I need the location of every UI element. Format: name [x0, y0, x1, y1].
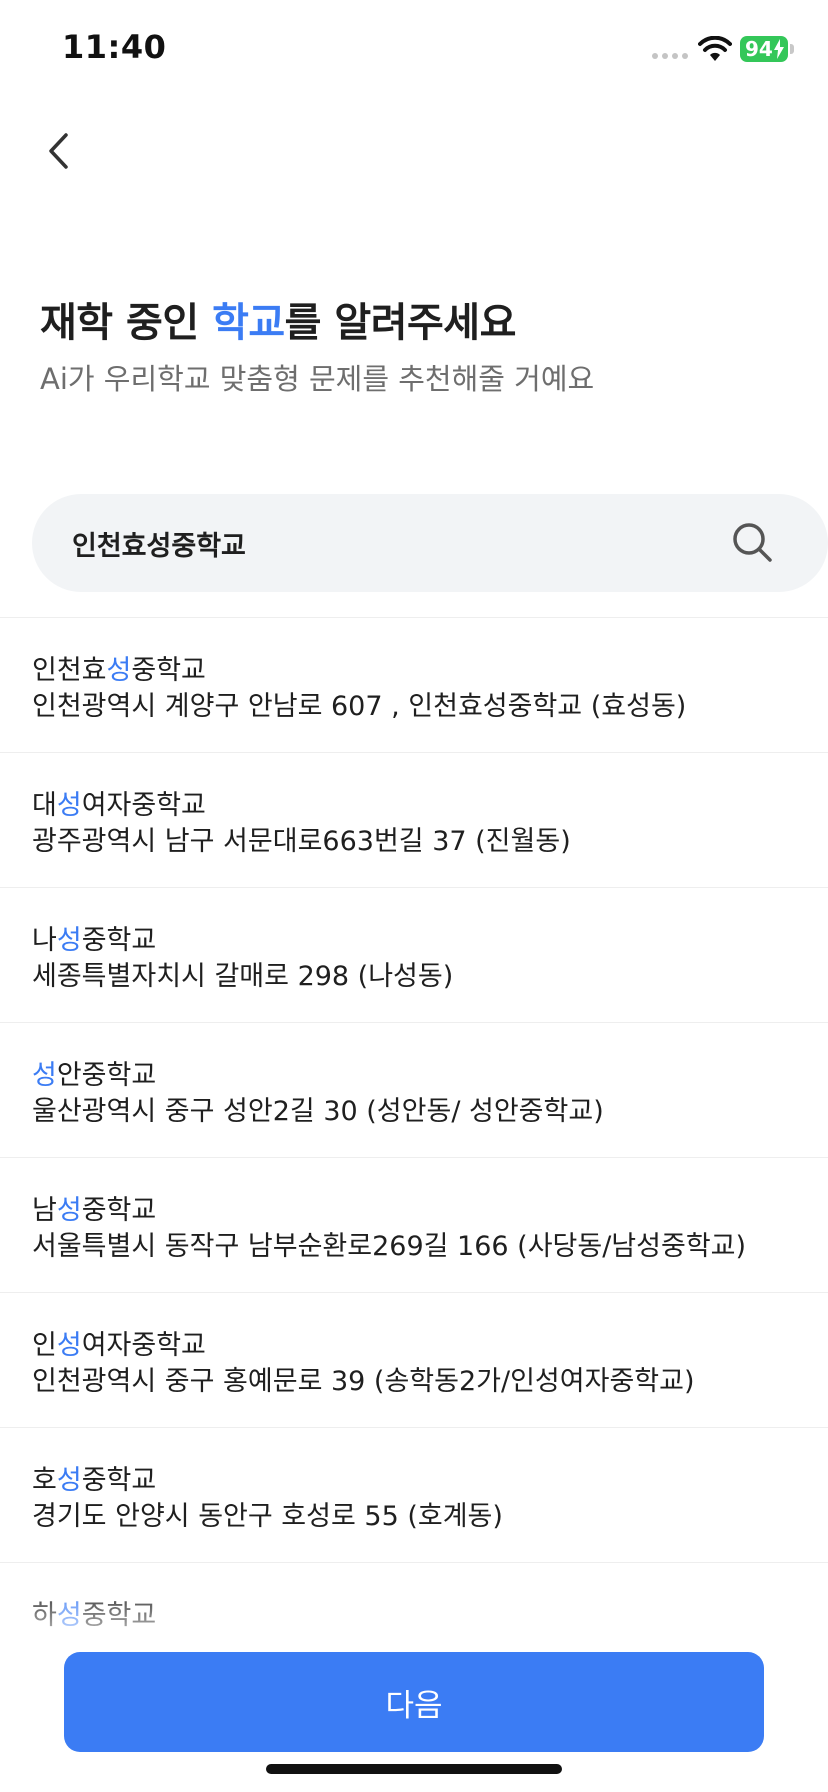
list-item[interactable]: 남성중학교서울특별시 동작구 남부순환로269길 166 (사당동/남성중학교) [0, 1158, 828, 1293]
match-highlight: 성 [56, 1465, 82, 1496]
list-item[interactable]: 호성중학교경기도 안양시 동안구 호성로 55 (호계동) [0, 1428, 828, 1563]
match-highlight: 성 [106, 655, 132, 686]
school-name-part: 인천효 [32, 655, 107, 686]
school-name: 인성여자중학교 [32, 1323, 206, 1362]
school-address: 광주광역시 남구 서문대로663번길 37 (진월동) [32, 826, 571, 857]
match-highlight: 성 [56, 1330, 82, 1361]
status-time: 11:40 [62, 28, 167, 66]
school-name-part: 안중학교 [56, 1060, 157, 1091]
match-highlight: 성 [56, 1195, 82, 1226]
school-address: 인천광역시 중구 홍예문로 39 (송학동2가/인성여자중학교) [32, 1366, 695, 1397]
title-text-end: 를 알려주세요 [284, 300, 517, 346]
search-input[interactable] [72, 494, 672, 592]
battery-level: 94 [745, 37, 773, 61]
school-name: 대성여자중학교 [32, 783, 206, 822]
status-bar: 11:40 94 [0, 0, 828, 100]
list-item[interactable]: 대성여자중학교광주광역시 남구 서문대로663번길 37 (진월동) [0, 753, 828, 888]
school-address: 울산광역시 중구 성안2길 30 (성안동/ 성안중학교) [32, 1096, 604, 1127]
school-name-part: 호 [32, 1465, 57, 1496]
search-icon[interactable] [728, 518, 778, 568]
list-item[interactable]: 인천효성중학교인천광역시 계양구 안남로 607 , 인천효성중학교 (효성동) [0, 618, 828, 753]
school-name: 성안중학교 [32, 1053, 156, 1092]
list-item[interactable]: 성안중학교울산광역시 중구 성안2길 30 (성안동/ 성안중학교) [0, 1023, 828, 1158]
title-accent: 학교 [212, 300, 285, 346]
school-name: 호성중학교 [32, 1458, 156, 1497]
match-highlight: 성 [56, 925, 82, 956]
back-button[interactable] [34, 122, 82, 180]
school-name-part: 중학교 [81, 1195, 157, 1226]
school-address: 서울특별시 동작구 남부순환로269길 166 (사당동/남성중학교) [32, 1231, 747, 1262]
list-item[interactable]: 나성중학교세종특별자치시 갈매로 298 (나성동) [0, 888, 828, 1023]
school-name-part: 여자중학교 [81, 790, 206, 821]
cellular-signal-icon [652, 53, 688, 59]
title-text: 재학 중인 [40, 300, 213, 346]
match-highlight: 성 [56, 790, 82, 821]
school-address: 경기도 안양시 동안구 호성로 55 (호계동) [32, 1501, 503, 1532]
chevron-left-icon [49, 133, 68, 169]
list-item[interactable]: 인성여자중학교인천광역시 중구 홍예문로 39 (송학동2가/인성여자중학교) [0, 1293, 828, 1428]
school-name-part: 중학교 [81, 1465, 157, 1496]
school-name-part: 남 [32, 1195, 57, 1226]
battery-cap [790, 44, 794, 54]
school-address: 세종특별자치시 갈매로 298 (나성동) [32, 961, 454, 992]
school-name-part: 나 [32, 925, 57, 956]
school-address: 인천광역시 계양구 안남로 607 , 인천효성중학교 (효성동) [32, 691, 687, 722]
school-name: 나성중학교 [32, 918, 156, 957]
battery-icon: 94 [740, 36, 788, 62]
search-results-list: 인천효성중학교 인천광역시 계양구 안남로 607 , 인천효성중학교 (효성동)… [0, 618, 828, 1698]
wifi-icon [698, 36, 732, 61]
school-name: 인천효성중학교 [32, 648, 206, 687]
charging-bolt-icon [774, 39, 784, 59]
school-name-part: 여자중학교 [81, 1330, 206, 1361]
school-name-part: 중학교 [131, 655, 206, 686]
next-button[interactable]: 다음 [64, 1652, 764, 1752]
search-box[interactable] [32, 494, 828, 592]
school-name-part: 대 [32, 790, 57, 821]
home-indicator [266, 1764, 562, 1774]
page-subtitle: Ai가 우리학교 맞춤형 문제를 추천해줄 거예요 [40, 362, 595, 396]
school-name: 남성중학교 [32, 1188, 156, 1227]
match-highlight: 성 [32, 1060, 57, 1091]
school-name-part: 중학교 [81, 925, 157, 956]
school-name-part: 인 [32, 1330, 57, 1361]
page-title: 재학 중인 학교를 알려주세요 [40, 290, 516, 348]
